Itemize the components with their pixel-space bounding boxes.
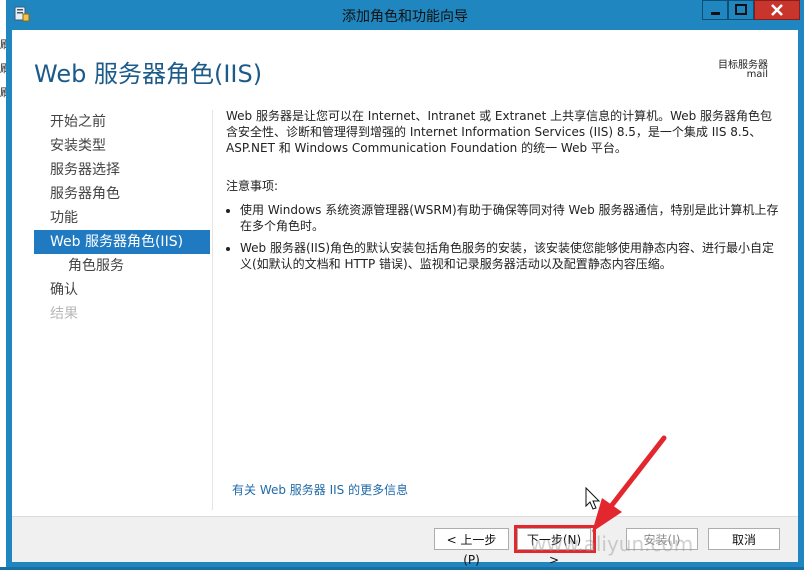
previous-button[interactable]: < 上一步(P) xyxy=(434,528,509,567)
role-description: Web 服务器是让您可以在 Internet、Intranet 或 Extran… xyxy=(226,108,782,278)
nav-item-server-selection[interactable]: 服务器选择 xyxy=(34,158,210,182)
destination-server-value: mail xyxy=(746,69,768,80)
nav-item-installation-type[interactable]: 安装类型 xyxy=(34,134,210,158)
nav-item-before-you-begin[interactable]: 开始之前 xyxy=(34,110,210,134)
nav-item-results: 结果 xyxy=(50,306,78,322)
close-button[interactable] xyxy=(754,0,800,20)
wizard-window: 添加角色和功能向导 Web 服务器角色(IIS) 目标服务器 mail 开始之前… xyxy=(6,0,804,567)
list-item: 使用 Windows 系统资源管理器(WSRM)有助于确保等同对待 Web 服务… xyxy=(240,202,782,234)
notes-heading: 注意事项: xyxy=(226,179,279,193)
minimize-icon xyxy=(711,12,720,15)
close-icon xyxy=(771,4,783,16)
nav-item-web-server-role[interactable]: Web 服务器角色(IIS) xyxy=(34,230,210,254)
wizard-steps-nav: 开始之前 安装类型 服务器选择 服务器角色 功能 Web 服务器角色(IIS) … xyxy=(34,110,210,326)
wizard-body: Web 服务器角色(IIS) 目标服务器 mail 开始之前 安装类型 服务器选… xyxy=(12,30,798,567)
more-info-link[interactable]: 有关 Web 服务器 IIS 的更多信息 xyxy=(232,481,408,498)
list-item: Web 服务器(IIS)角色的默认安装包括角色服务的安装，该安装使您能够使用静态… xyxy=(240,240,782,272)
nav-item-role-services[interactable]: 角色服务 xyxy=(34,254,210,278)
nav-item-features[interactable]: 功能 xyxy=(34,206,210,230)
page-title: Web 服务器角色(IIS) xyxy=(34,60,263,88)
wizard-header: Web 服务器角色(IIS) 目标服务器 mail xyxy=(12,30,798,102)
nav-divider xyxy=(212,110,213,510)
window-title: 添加角色和功能向导 xyxy=(342,9,468,25)
nav-item-confirmation[interactable]: 确认 xyxy=(34,278,210,302)
cancel-button[interactable]: 取消 xyxy=(708,528,780,550)
watermark: www.aliyun.com xyxy=(530,532,694,556)
maximize-button[interactable] xyxy=(728,0,754,20)
maximize-icon xyxy=(735,4,747,15)
minimize-button[interactable] xyxy=(702,0,728,20)
title-bar[interactable]: 添加角色和功能向导 xyxy=(6,0,804,30)
nav-item-server-roles[interactable]: 服务器角色 xyxy=(34,182,210,206)
notes-list: 使用 Windows 系统资源管理器(WSRM)有助于确保等同对待 Web 服务… xyxy=(226,202,782,272)
intro-text: Web 服务器是让您可以在 Internet、Intranet 或 Extran… xyxy=(226,109,773,155)
